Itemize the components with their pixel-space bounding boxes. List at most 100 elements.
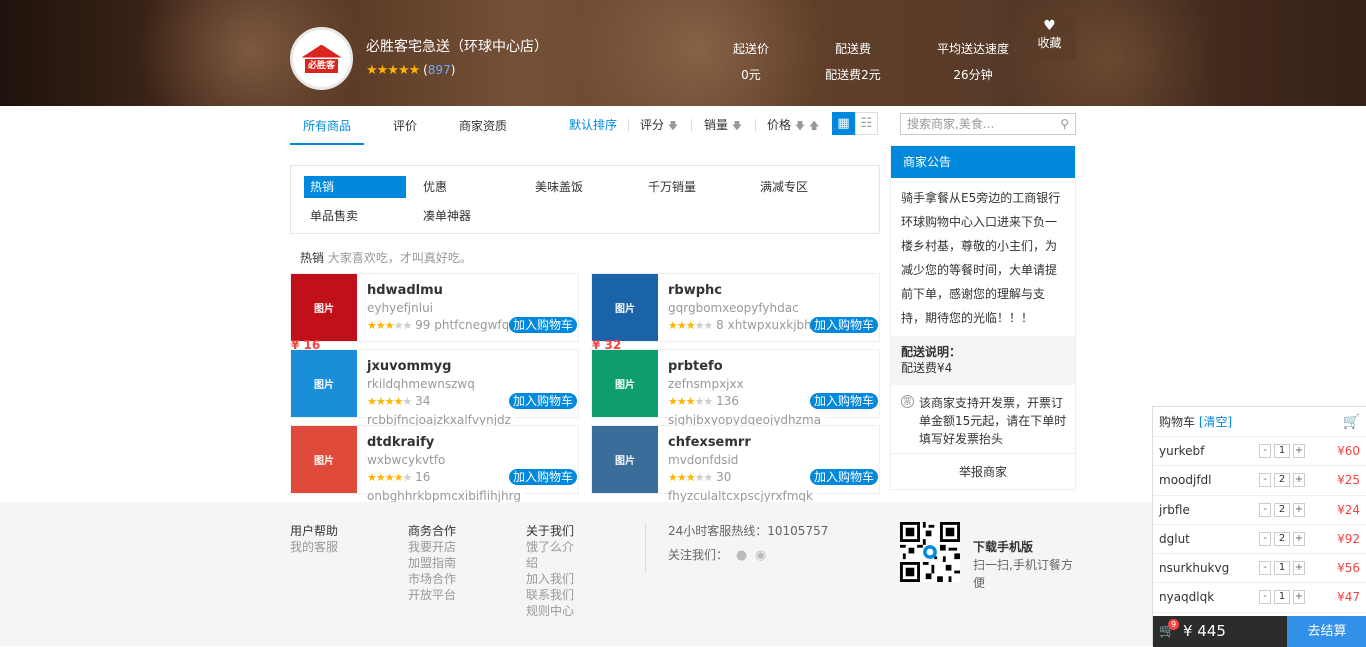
category-best-sales[interactable]: 千万销量	[642, 176, 744, 198]
cart-item-price: ¥25	[1337, 473, 1360, 488]
tab-reviews[interactable]: 评价	[393, 118, 417, 134]
footer-link[interactable]: 我的客服	[290, 539, 338, 555]
decrease-button[interactable]: -	[1259, 502, 1271, 517]
add-to-cart-button[interactable]: 加入购物车	[809, 469, 878, 485]
decrease-button[interactable]: -	[1259, 444, 1271, 458]
product-image[interactable]: 图片	[592, 426, 658, 493]
sort-sales[interactable]: 销量 🡇	[704, 117, 742, 135]
footer-link[interactable]: 规则中心	[526, 603, 586, 619]
footer-link[interactable]: 加入我们	[526, 571, 586, 587]
footer-link[interactable]: 饿了么介	[526, 539, 586, 555]
sort-price[interactable]: 价格 🡇 🡅	[767, 117, 819, 135]
notice-body: 骑手拿餐从E5旁边的工商银行环球购物中心入口进来下负一楼乡村基，尊敬的小主们，为…	[901, 191, 1061, 325]
follow-us: 关注我们： ● ◉	[668, 547, 766, 564]
cart-item-name: moodjfdl	[1159, 473, 1212, 488]
quantity-value[interactable]: 1	[1274, 590, 1290, 605]
weibo-icon[interactable]: ◉	[755, 548, 766, 563]
product-card[interactable]: 图片 dtdkraify wxbwcykvtfo ★★★★★ 16 onbghhrkbp…	[290, 425, 579, 503]
product-image[interactable]: 图片	[592, 274, 658, 341]
arrow-down-icon: 🡇	[667, 121, 679, 132]
cart-item-name: dglut	[1159, 531, 1190, 546]
increase-button[interactable]: +	[1293, 473, 1305, 488]
category-addon[interactable]: 凑单神器	[417, 205, 519, 227]
product-name[interactable]: hdwadlmu	[367, 283, 443, 299]
cart-items: yurkebf -1 + ¥60 moodjfdl -2 + ¥25 jrbfle -2 + ¥24 d…	[1153, 437, 1366, 613]
star-rating: ★★★★★	[367, 395, 412, 408]
cart-item: dglut -2 + ¥92	[1153, 525, 1366, 555]
decrease-button[interactable]: -	[1259, 531, 1271, 546]
quantity-value[interactable]: 2	[1274, 502, 1290, 517]
tab-all-products[interactable]: 所有商品	[303, 118, 351, 134]
footer-link[interactable]: 联系我们	[526, 587, 586, 603]
stat-label: 平均送达速度	[936, 42, 1009, 56]
sort-rating[interactable]: 评分 🡇	[640, 117, 678, 135]
quantity-value[interactable]: 1	[1274, 561, 1290, 576]
list-view-button[interactable]: ☷	[855, 112, 878, 135]
decrease-button[interactable]: -	[1259, 561, 1271, 576]
footer-link[interactable]: 加盟指南	[408, 555, 456, 571]
product-image[interactable]: 图片	[291, 350, 357, 417]
product-card[interactable]: 图片 rbwphc gqrgbomxeopyfyhdac ★★★★★ 8 xhtwpx…	[591, 273, 880, 342]
sort-default[interactable]: 默认排序	[569, 117, 617, 133]
category-hot[interactable]: 热销	[304, 176, 406, 198]
search-placeholder: 搜索商家,美食...	[907, 117, 995, 131]
product-card[interactable]: 图片 chfexsemrr mvdonfdsid ★★★★★ 30 fhyzculalt…	[591, 425, 880, 503]
rating-count[interactable]: 897	[428, 63, 451, 77]
footer-link[interactable]: 绍	[526, 555, 586, 571]
increase-button[interactable]: +	[1293, 590, 1305, 605]
footer-link[interactable]: 开放平台	[408, 587, 456, 603]
category-single[interactable]: 单品售卖	[304, 205, 406, 227]
stat-label: 起送价	[732, 42, 769, 56]
download-text: 扫一扫,手机订餐方便	[973, 558, 1073, 590]
product-desc: eyhyefjnlui	[367, 301, 434, 315]
clear-cart-button[interactable]: [清空]	[1199, 415, 1232, 429]
shopping-cart: 购物车 [清空] 🛒 yurkebf -1 + ¥60 moodjfdl -2 + ¥25 jr…	[1152, 406, 1366, 647]
product-name[interactable]: prbtefo	[668, 359, 723, 375]
favorite-button[interactable]: ♥ 收藏	[1023, 12, 1076, 61]
report-shop-button[interactable]: 举报商家	[891, 453, 1075, 489]
footer-link[interactable]: 市场合作	[408, 571, 456, 587]
quantity-stepper: -2 +	[1259, 502, 1305, 517]
category-rice[interactable]: 美味盖饭	[529, 176, 631, 198]
add-to-cart-button[interactable]: 加入购物车	[508, 469, 577, 485]
search-icon[interactable]: ⚲	[1060, 117, 1069, 131]
quantity-value[interactable]: 1	[1274, 444, 1290, 458]
quantity-value[interactable]: 2	[1274, 531, 1290, 546]
wechat-icon[interactable]: ●	[736, 548, 747, 563]
quantity-value[interactable]: 2	[1274, 473, 1290, 488]
arrow-up-icon: 🡅	[808, 121, 820, 132]
quantity-stepper: -2 +	[1259, 531, 1305, 546]
cart-item-name: nyaqdlqk	[1159, 590, 1215, 605]
product-image[interactable]: 图片	[592, 350, 658, 417]
add-to-cart-button[interactable]: 加入购物车	[809, 317, 878, 333]
add-to-cart-button[interactable]: 加入购物车	[508, 317, 577, 333]
product-card[interactable]: 图片 jxuvommyg rkildqhmewnszwq ★★★★★ 34 rcbbjf…	[290, 349, 579, 427]
product-image[interactable]: 图片	[291, 426, 357, 493]
increase-button[interactable]: +	[1293, 444, 1305, 458]
product-image[interactable]: 图片	[291, 274, 357, 341]
grid-view-button[interactable]: ▦	[832, 112, 855, 135]
category-promo[interactable]: 满减专区	[754, 176, 856, 198]
product-card[interactable]: 图片 prbtefo zefnsmpxjxx ★★★★★ 136 sjghjbxyopy…	[591, 349, 880, 427]
cart-item: nsurkhukvg -1 + ¥56	[1153, 554, 1366, 584]
category-discount[interactable]: 优惠	[417, 176, 519, 198]
increase-button[interactable]: +	[1293, 561, 1305, 576]
product-name[interactable]: rbwphc	[668, 283, 722, 299]
tab-qualification[interactable]: 商家资质	[459, 118, 507, 134]
checkout-button[interactable]: 去结算	[1287, 616, 1366, 647]
search-input[interactable]: 搜索商家,美食... ⚲	[900, 113, 1076, 135]
add-to-cart-button[interactable]: 加入购物车	[809, 393, 878, 409]
cart-item-name: yurkebf	[1159, 444, 1205, 458]
section-desc: 大家喜欢吃，才叫真好吃。	[327, 251, 472, 265]
product-name[interactable]: dtdkraify	[367, 435, 434, 451]
product-name[interactable]: jxuvommyg	[367, 359, 451, 375]
footer-link[interactable]: 我要开店	[408, 539, 456, 555]
decrease-button[interactable]: -	[1259, 590, 1271, 605]
decrease-button[interactable]: -	[1259, 473, 1271, 488]
product-card[interactable]: 图片 hdwadlmu eyhyefjnlui ★★★★★ 99 phtfcnegwf…	[290, 273, 579, 342]
product-name[interactable]: chfexsemrr	[668, 435, 751, 451]
increase-button[interactable]: +	[1293, 531, 1305, 546]
active-tab-indicator	[290, 143, 364, 145]
increase-button[interactable]: +	[1293, 502, 1305, 517]
add-to-cart-button[interactable]: 加入购物车	[508, 393, 577, 409]
